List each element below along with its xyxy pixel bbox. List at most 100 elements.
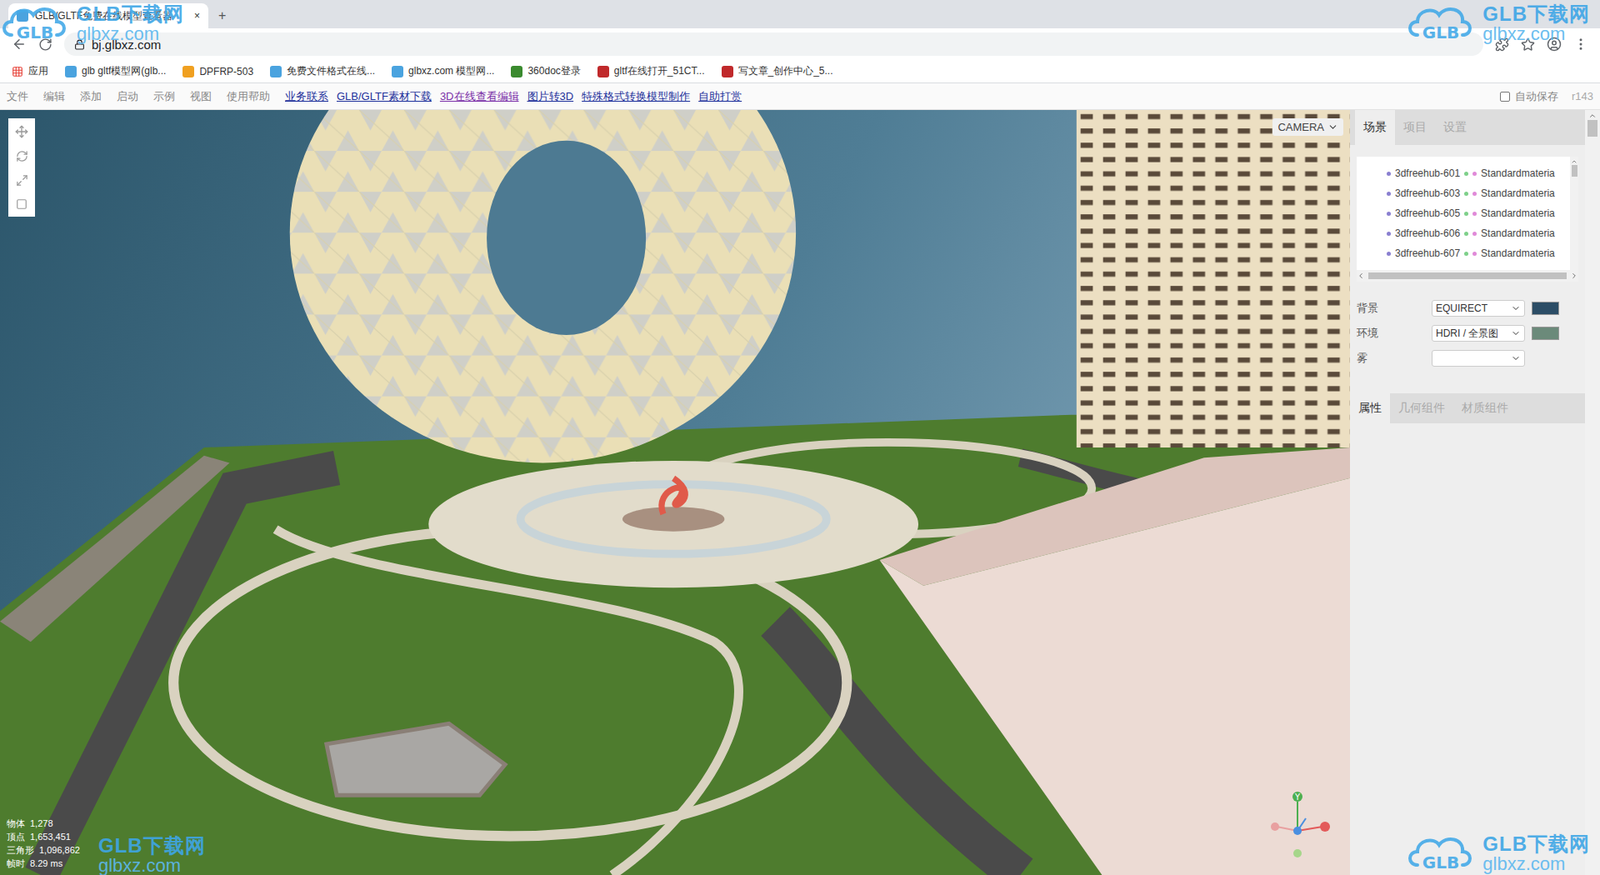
- panel-tab[interactable]: 几何组件: [1390, 393, 1454, 424]
- glb-logo-icon: GLB: [0, 1, 70, 45]
- material-dot: [1472, 211, 1477, 216]
- texture-swatch[interactable]: [1531, 301, 1560, 315]
- panel-tab[interactable]: 材质组件: [1453, 393, 1517, 424]
- watermark: GLB下载网glbxz.com: [98, 835, 206, 875]
- scene-canvas[interactable]: [0, 110, 1350, 875]
- bookmark[interactable]: glb gltf模型网(glb...: [65, 64, 166, 79]
- outliner: 3dfreehub-601Standardmateria3dfreehub-60…: [1356, 156, 1579, 282]
- material-dot: [1472, 171, 1477, 176]
- outliner-row[interactable]: 3dfreehub-606Standardmateria: [1356, 223, 1570, 244]
- outliner-row[interactable]: 3dfreehub-605Standardmateria: [1356, 203, 1570, 224]
- chevron-down-icon: [1510, 353, 1521, 364]
- tab-strip: GLB/GLTF免费在线模型查看器×+: [0, 0, 1600, 29]
- bookmark-icon: [391, 65, 404, 78]
- menu-item[interactable]: 启动: [116, 89, 139, 105]
- geometry-dot: [1464, 211, 1469, 216]
- menu-item[interactable]: 视图: [190, 89, 212, 105]
- panel-tabs: 属性几何组件材质组件: [1350, 393, 1585, 424]
- autosave-checkbox[interactable]: [1500, 91, 1510, 102]
- type-dot: [1386, 211, 1391, 216]
- scroll-left-icon[interactable]: [1356, 271, 1365, 280]
- menu-item[interactable]: 编辑: [43, 89, 65, 105]
- outliner-scrollbar[interactable]: [1570, 156, 1579, 270]
- scroll-up-icon[interactable]: [1588, 111, 1597, 120]
- menu-item[interactable]: 使用帮助: [226, 89, 270, 105]
- sidebar-tab[interactable]: 设置: [1435, 110, 1475, 145]
- bookmark[interactable]: 免费文件格式在线...: [270, 64, 375, 79]
- type-dot: [1386, 191, 1391, 196]
- bookmark[interactable]: 应用: [11, 64, 49, 79]
- bookmark-icon: [270, 65, 282, 78]
- menu-link[interactable]: 特殊格式转换模型制作: [581, 89, 690, 105]
- menu-item[interactable]: 添加: [80, 89, 102, 105]
- svg-text:Y: Y: [1294, 792, 1301, 802]
- menu-link[interactable]: 3D在线查看编辑: [440, 89, 520, 105]
- sidebar-tab[interactable]: 项目: [1395, 110, 1435, 145]
- svg-text:GLB: GLB: [1422, 852, 1460, 873]
- camera-select[interactable]: CAMERA: [1272, 118, 1344, 136]
- menu-link[interactable]: 自助打赏: [698, 89, 742, 105]
- bookmark-icon: [721, 65, 734, 78]
- stats: 物体1,278顶点1,653,451三角形1,096,862帧时8.29 ms: [6, 816, 80, 870]
- reload-icon[interactable]: [38, 37, 53, 52]
- menu-item[interactable]: 示例: [153, 89, 175, 105]
- bookmark[interactable]: 写文章_创作中心_5...: [721, 64, 834, 79]
- bookmark[interactable]: 360doc登录: [510, 64, 580, 79]
- outliner-row[interactable]: 3dfreehub-603Standardmateria: [1356, 183, 1570, 204]
- panel-tab[interactable]: 属性: [1350, 393, 1390, 424]
- scale-icon[interactable]: [15, 174, 29, 187]
- local-checkbox-icon[interactable]: [15, 198, 28, 210]
- menu-bar: 文件编辑添加启动示例视图使用帮助业务联系 GLB/GLTF素材下载 3D在线查看编辑…: [0, 83, 1600, 110]
- property-row: 雾: [1356, 350, 1579, 367]
- stat-row: 顶点1,653,451: [6, 830, 80, 844]
- new-tab-button[interactable]: +: [215, 3, 230, 29]
- main: CAMERA 物体1,278顶点1,653,451三角形1,096,862帧时8.…: [0, 110, 1600, 875]
- glb-logo-icon: GLB: [1405, 1, 1476, 45]
- bookmark[interactable]: DPFRP-503: [182, 65, 254, 78]
- stat-row: 三角形1,096,862: [6, 843, 80, 857]
- extension-icon[interactable]: [1495, 37, 1510, 52]
- svg-text:GLB: GLB: [16, 22, 54, 43]
- bookmark-icon: [597, 65, 610, 78]
- url-field[interactable]: bj.glbxz.com: [64, 32, 1484, 56]
- bookmark-icon: [182, 65, 195, 78]
- property-select[interactable]: HDRI / 全景图: [1431, 325, 1525, 342]
- move-icon[interactable]: [15, 125, 29, 139]
- chevron-down-icon: [1327, 121, 1339, 133]
- sidebar-tab[interactable]: 场景: [1355, 110, 1395, 145]
- sidebar-scrollbar[interactable]: [1585, 110, 1600, 875]
- watermark: GLBGLB下载网glbxz.com: [1405, 831, 1590, 875]
- menu-item[interactable]: 文件: [6, 89, 29, 105]
- glb-logo-icon: GLB: [1405, 831, 1476, 875]
- type-dot: [1386, 231, 1391, 236]
- viewport[interactable]: CAMERA 物体1,278顶点1,653,451三角形1,096,862帧时8.…: [0, 110, 1350, 875]
- geometry-dot: [1464, 171, 1469, 176]
- menu-link[interactable]: 业务联系: [285, 89, 329, 105]
- outliner-hscroll[interactable]: [1356, 270, 1579, 282]
- property-select[interactable]: [1431, 350, 1525, 367]
- scroll-right-icon[interactable]: [1570, 271, 1579, 280]
- axis-gizmo-icon[interactable]: Y: [1260, 785, 1335, 860]
- tab-close[interactable]: ×: [194, 10, 200, 22]
- scroll-up-icon[interactable]: [1570, 158, 1578, 165]
- star-icon[interactable]: [1520, 37, 1535, 52]
- bookmark-bar: 应用 glb gltf模型网(glb... DPFRP-503 免费文件格式在线...…: [0, 60, 1600, 84]
- property-select[interactable]: EQUIRECT: [1431, 300, 1525, 317]
- rotate-icon[interactable]: [15, 150, 29, 163]
- bookmark[interactable]: glbxz.com 模型网...: [391, 64, 495, 79]
- material-dot: [1472, 191, 1477, 196]
- svg-text:GLB: GLB: [1422, 22, 1460, 43]
- browser-tab[interactable]: GLB/GLTF免费在线模型查看器×: [8, 3, 209, 29]
- more-icon[interactable]: [1573, 36, 1589, 52]
- bookmark[interactable]: gltf在线打开_51CT...: [597, 64, 705, 79]
- material-dot: [1472, 231, 1477, 236]
- autosave[interactable]: 自动保存r143: [1500, 89, 1594, 105]
- texture-swatch[interactable]: [1531, 326, 1560, 340]
- sidebar: 场景项目设置3dfreehub-601Standardmateria3dfree…: [1350, 110, 1600, 875]
- menu-link[interactable]: GLB/GLTF素材下载: [336, 89, 432, 105]
- outliner-row[interactable]: 3dfreehub-601Standardmateria: [1356, 163, 1570, 184]
- back-icon[interactable]: [11, 36, 27, 52]
- outliner-row[interactable]: 3dfreehub-607Standardmateria: [1356, 243, 1570, 264]
- profile-icon[interactable]: [1546, 36, 1562, 52]
- menu-link[interactable]: 图片转3D: [527, 89, 575, 105]
